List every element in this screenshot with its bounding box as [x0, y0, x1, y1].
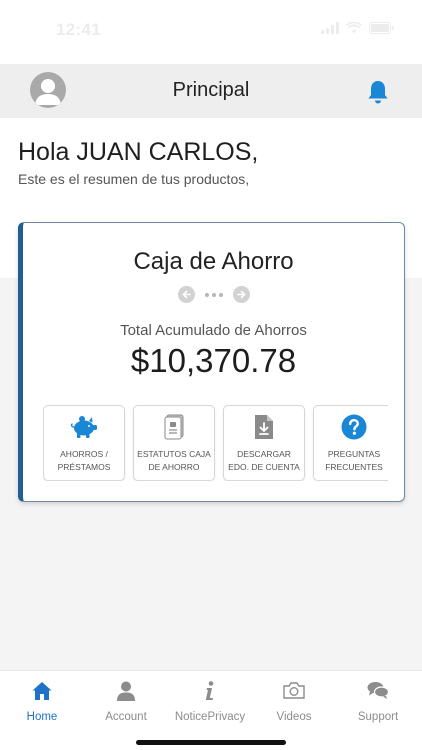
status-time: 12:41 — [56, 20, 101, 39]
tile-statutes[interactable]: Estatutos Caja de Ahorro — [133, 405, 215, 481]
tile-label: Ahorros / Préstamos — [57, 449, 111, 472]
home-indicator — [136, 740, 286, 745]
battery-icon — [369, 22, 394, 34]
card-title: Caja de Ahorro — [133, 248, 294, 275]
nav-notice-privacy[interactable]: NoticePrivacy — [168, 671, 252, 731]
total-savings-value: $10,370.78 — [130, 342, 297, 379]
bottom-navigation: Home Account NoticePrivacy Videos Suppor… — [0, 670, 422, 750]
nav-home[interactable]: Home — [0, 671, 84, 731]
app-header: Principal — [0, 64, 422, 118]
bell-icon[interactable] — [366, 79, 390, 105]
action-tiles[interactable]: Ahorros / Préstamos Estatutos Caja de Ah… — [43, 405, 388, 481]
previous-arrow-icon[interactable] — [177, 286, 195, 303]
greeting-title: Hola JUAN CARLOS, — [18, 138, 259, 166]
tile-download-statement[interactable]: Descargar Edo. de Cuenta — [223, 405, 305, 481]
nav-videos[interactable]: Videos — [252, 671, 336, 731]
tile-faq[interactable]: Preguntas Frecuentes — [313, 405, 388, 481]
next-arrow-icon[interactable] — [232, 286, 250, 303]
signal-icon — [321, 22, 339, 34]
tile-savings-loans[interactable]: Ahorros / Préstamos — [43, 405, 125, 481]
tile-label: Descargar Edo. de Cuenta — [228, 449, 300, 472]
download-file-icon — [255, 415, 273, 439]
nav-account[interactable]: Account — [84, 671, 168, 731]
card-pager — [23, 286, 404, 303]
status-bar: 12:41 — [0, 0, 422, 64]
nav-label: Home — [26, 711, 58, 723]
savings-account-card: Caja de Ahorro Total Acumulado de Ahorro… — [18, 222, 405, 502]
chat-icon — [367, 682, 389, 699]
document-icon — [164, 414, 184, 440]
nav-label: Account — [105, 711, 147, 723]
tile-label: Preguntas Frecuentes — [325, 449, 383, 472]
wifi-icon — [346, 22, 362, 34]
nav-support[interactable]: Support — [336, 671, 420, 731]
info-icon — [205, 681, 214, 700]
nav-label: NoticePrivacy — [174, 711, 246, 723]
camera-icon — [283, 682, 305, 699]
status-icons — [321, 22, 394, 34]
greeting-subtitle: Este es el resumen de tus productos, — [18, 171, 250, 187]
piggy-bank-icon — [70, 416, 97, 438]
question-icon — [341, 414, 367, 440]
nav-label: Videos — [276, 711, 312, 723]
nav-label: Support — [357, 711, 399, 723]
page-title: Principal — [172, 79, 250, 101]
tile-label: Estatutos Caja de Ahorro — [137, 449, 211, 472]
total-savings-label: Total Acumulado de Ahorros — [120, 322, 307, 339]
home-icon — [32, 682, 52, 700]
user-icon — [117, 681, 135, 701]
pager-dots — [204, 292, 223, 297]
